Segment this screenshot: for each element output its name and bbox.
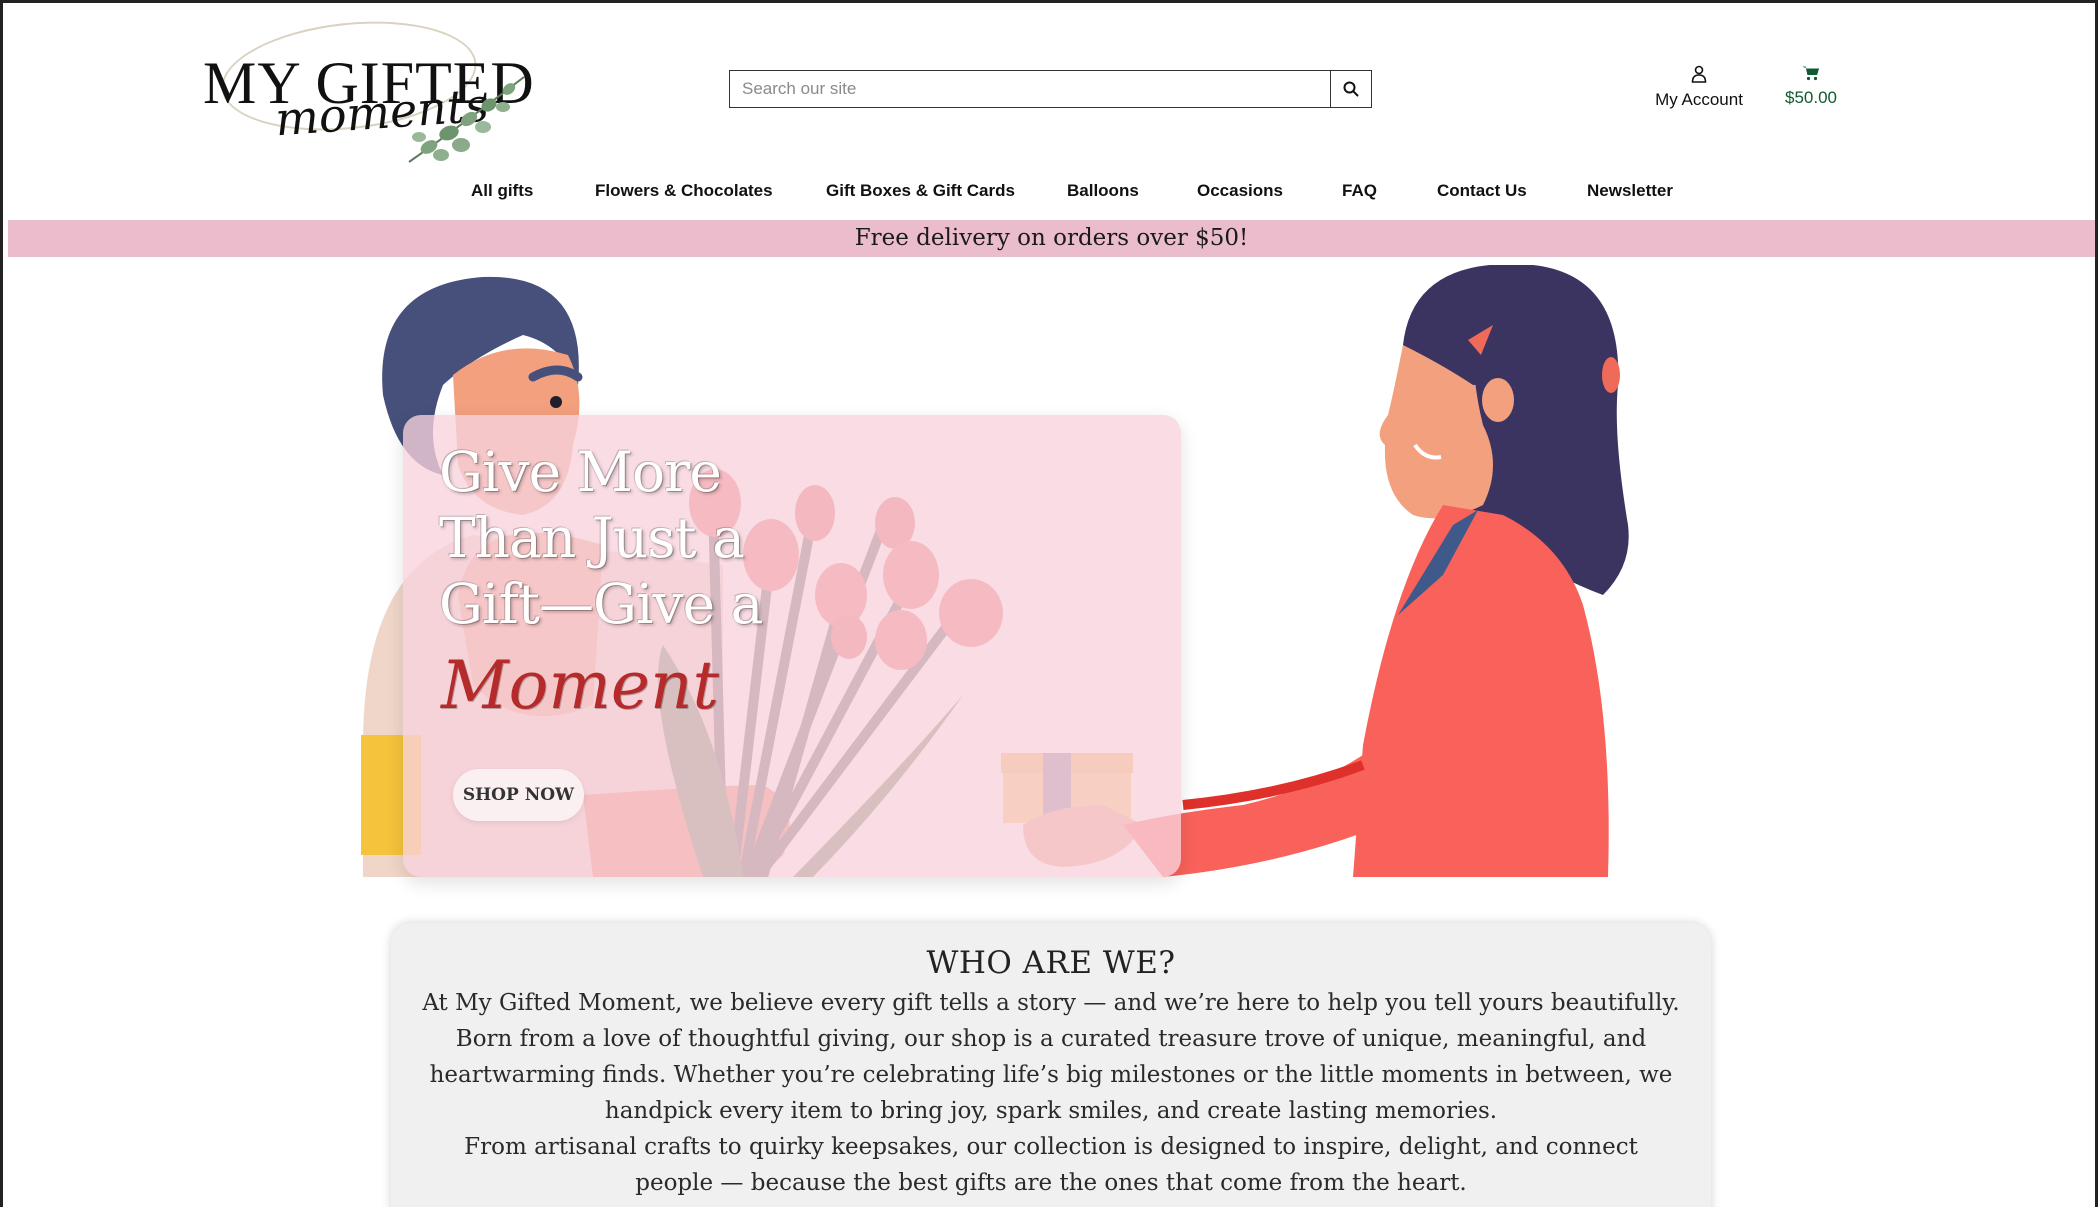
shop-now-button[interactable]: SHOP NOW: [453, 769, 584, 821]
about-paragraph-2: Born from a love of thoughtful giving, o…: [429, 1026, 1673, 1124]
about-paragraph-3: From artisanal crafts to quirky keepsake…: [464, 1134, 1638, 1196]
nav-item-balloons[interactable]: Balloons: [1067, 181, 1139, 201]
nav-item-faq[interactable]: FAQ: [1342, 181, 1377, 201]
nav-item-flowers-chocolates[interactable]: Flowers & Chocolates: [595, 181, 773, 201]
search-bar: [729, 70, 1372, 108]
user-icon: [1691, 65, 1707, 83]
about-title: WHO ARE WE?: [926, 945, 1176, 981]
page-frame: MY GIFTED moments Search our site My Acc…: [0, 0, 2098, 1207]
nav-item-all-gifts[interactable]: All gifts: [471, 181, 533, 201]
hero-section: Give More Than Just a Gift—Give a Moment…: [3, 265, 2095, 877]
my-account-link[interactable]: My Account: [1643, 65, 1755, 110]
my-account-label: My Account: [1655, 90, 1743, 109]
nav-item-occasions[interactable]: Occasions: [1197, 181, 1283, 201]
woman-illustration: [1123, 265, 1629, 877]
search-button[interactable]: [1330, 71, 1371, 107]
cart-icon: [1802, 66, 1819, 81]
nav-item-gift-boxes[interactable]: Gift Boxes & Gift Cards: [826, 181, 1015, 201]
hero-headline-line-1: Give More: [439, 440, 722, 504]
cart-total: $50.00: [1785, 88, 1837, 107]
about-paragraph-1: At My Gifted Moment, we believe every gi…: [422, 990, 1680, 1016]
hero-headline-line-2: Than Just a: [439, 506, 745, 570]
cart-link[interactable]: $50.00: [1771, 65, 1851, 108]
eucalyptus-leaves-icon: [408, 76, 525, 163]
search-input[interactable]: [730, 71, 1330, 107]
promo-banner: Free delivery on orders over $50!: [8, 220, 2095, 257]
search-icon: [1343, 81, 1359, 97]
main-nav: All gifts Flowers & Chocolates Gift Boxe…: [3, 181, 2095, 205]
nav-item-contact-us[interactable]: Contact Us: [1437, 181, 1527, 201]
about-section: WHO ARE WE? At My Gifted Moment, we beli…: [391, 923, 1711, 1207]
hero-script-word: Moment: [441, 647, 719, 724]
site-logo[interactable]: MY GIFTED moments: [199, 9, 534, 167]
hero-headline-line-3: Gift—Give a: [439, 572, 763, 636]
nav-item-newsletter[interactable]: Newsletter: [1587, 181, 1673, 201]
